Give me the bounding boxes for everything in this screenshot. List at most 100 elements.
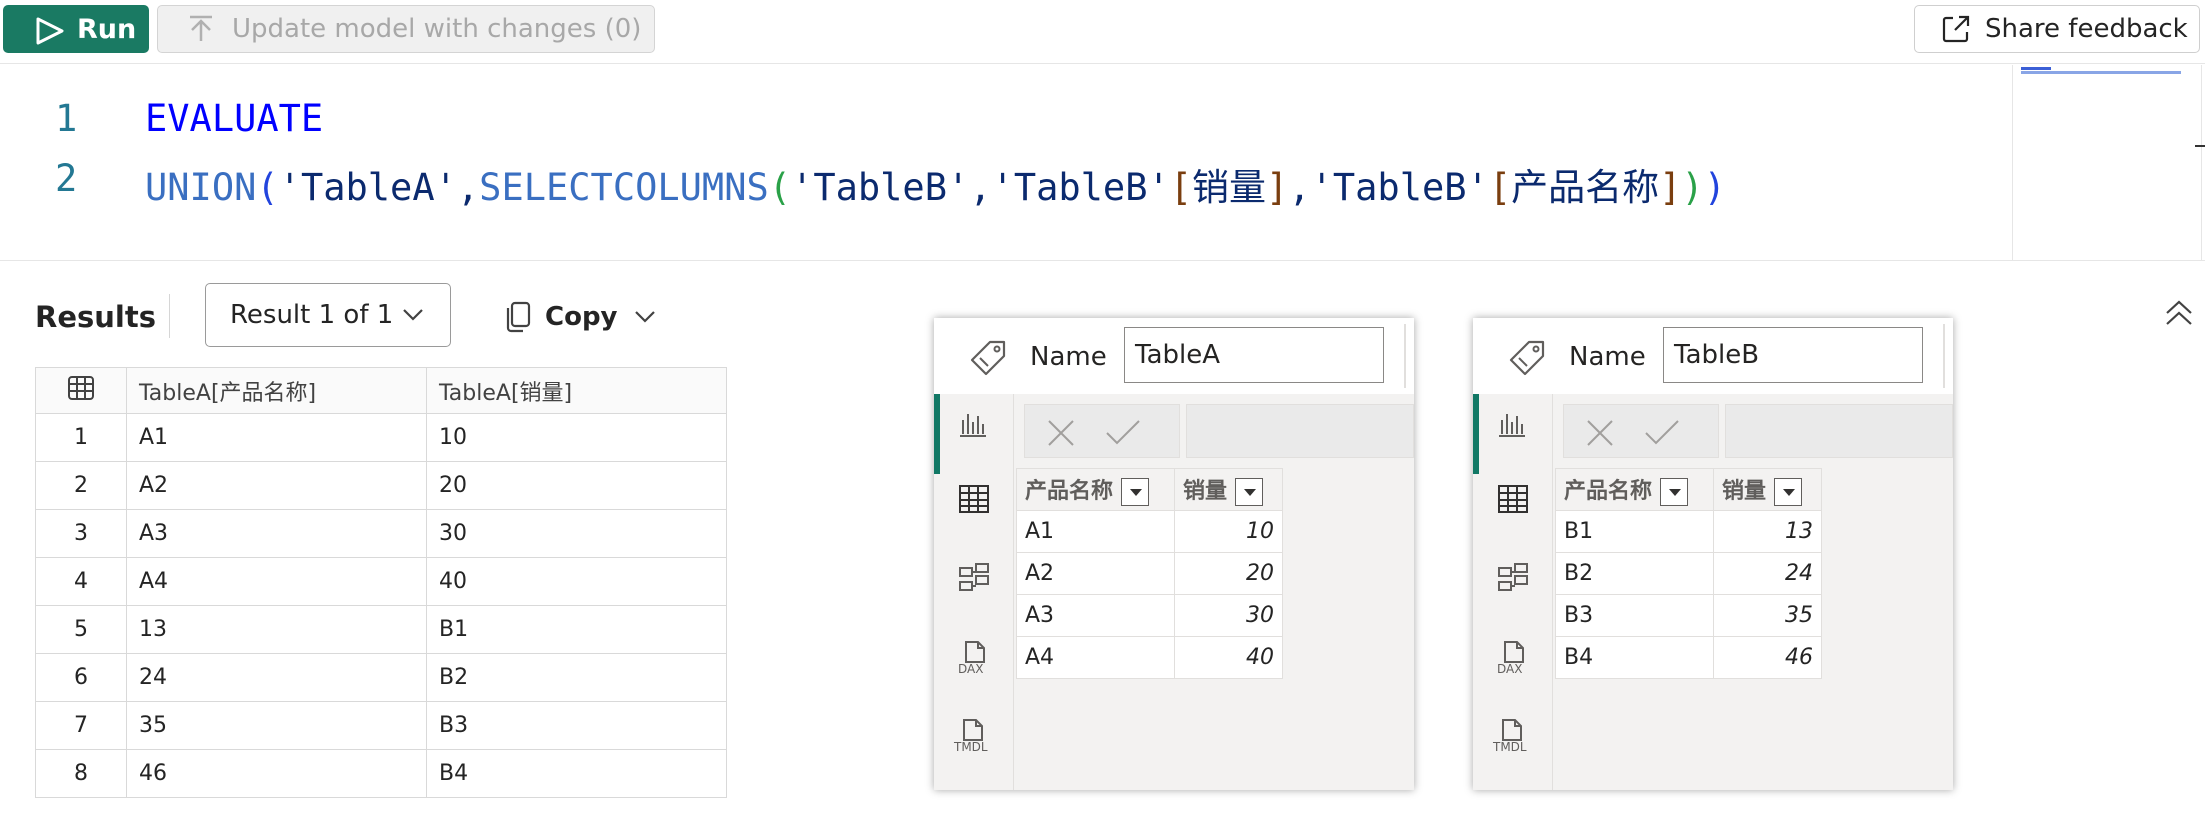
column-header[interactable]: TableA[销量] (426, 367, 727, 414)
cell[interactable]: 40 (1174, 636, 1283, 679)
table-row[interactable]: 6 24 B2 (35, 653, 727, 702)
cell[interactable]: B1 (426, 605, 727, 654)
share-feedback-button[interactable]: Share feedback (1914, 5, 2200, 53)
cell[interactable]: 10 (426, 413, 727, 462)
table-row[interactable]: 2 A2 20 (35, 461, 727, 510)
column-header[interactable]: 销量 (1174, 468, 1283, 511)
cell[interactable]: 24 (126, 653, 427, 702)
row-number-cell[interactable]: 8 (35, 749, 127, 798)
cell[interactable]: 46 (126, 749, 427, 798)
table-row[interactable]: B1 13 (1555, 510, 1822, 553)
row-number-cell[interactable]: 1 (35, 413, 127, 462)
data-table[interactable]: 产品名称 销量 B1 13 B2 24 B3 35 B4 46 (1555, 468, 1822, 679)
formula-bar[interactable] (1725, 404, 1953, 458)
table-row[interactable]: 8 46 B4 (35, 749, 727, 798)
close-icon[interactable] (1045, 417, 1077, 449)
cell[interactable]: 35 (126, 701, 427, 750)
table-row[interactable]: 7 35 B3 (35, 701, 727, 750)
update-model-button[interactable]: Update model with changes (0) (157, 5, 655, 53)
cell[interactable]: 20 (1174, 552, 1283, 595)
table-view-icon[interactable] (1497, 484, 1529, 514)
column-header[interactable]: 产品名称 (1016, 468, 1175, 511)
model-view-icon[interactable] (958, 562, 990, 594)
cell[interactable]: A3 (1016, 594, 1175, 637)
table-row[interactable]: A3 30 (1016, 594, 1283, 637)
tmdl-view-icon[interactable]: TMDL (1493, 718, 1533, 754)
row-number-cell[interactable]: 4 (35, 557, 127, 606)
table-row[interactable]: B3 35 (1555, 594, 1822, 637)
editor-minimap[interactable] (2012, 65, 2205, 260)
copy-button[interactable]: Copy (505, 295, 656, 339)
run-button[interactable]: Run (3, 5, 149, 53)
run-label: Run (77, 13, 137, 45)
close-icon[interactable] (1584, 417, 1616, 449)
cell[interactable]: 30 (426, 509, 727, 558)
cell[interactable]: B1 (1555, 510, 1714, 553)
cell[interactable]: 35 (1713, 594, 1822, 637)
dax-label: DAX (1497, 662, 1523, 676)
table-row[interactable]: A1 10 (1016, 510, 1283, 553)
chevron-double-up-icon[interactable] (2164, 300, 2194, 330)
cell[interactable]: 10 (1174, 510, 1283, 553)
table-view-icon[interactable] (958, 484, 990, 514)
select-all-cell[interactable] (35, 367, 127, 414)
cell[interactable]: A4 (1016, 636, 1175, 679)
filter-dropdown-icon[interactable] (1660, 478, 1689, 506)
cell[interactable]: B3 (1555, 594, 1714, 637)
table-row[interactable]: 5 13 B1 (35, 605, 727, 654)
cell[interactable]: B4 (426, 749, 727, 798)
cell[interactable]: 13 (1713, 510, 1822, 553)
table-row[interactable]: A2 20 (1016, 552, 1283, 595)
cell[interactable]: A4 (126, 557, 427, 606)
cell[interactable]: A3 (126, 509, 427, 558)
filter-dropdown-icon[interactable] (1774, 478, 1803, 506)
checkmark-icon[interactable] (1644, 417, 1680, 449)
column-header[interactable]: TableA[产品名称] (126, 367, 427, 414)
table-row[interactable]: B4 46 (1555, 636, 1822, 679)
cell[interactable]: B2 (1555, 552, 1714, 595)
name-label: Name (1030, 342, 1107, 372)
cell[interactable]: B4 (1555, 636, 1714, 679)
cell[interactable]: A1 (1016, 510, 1175, 553)
dax-query-icon[interactable]: DAX (1497, 640, 1531, 676)
table-row[interactable]: A4 40 (1016, 636, 1283, 679)
model-view-icon[interactable] (1497, 562, 1529, 594)
table-name-input[interactable]: TableA (1124, 327, 1384, 383)
row-number-cell[interactable]: 5 (35, 605, 127, 654)
table-row[interactable]: 3 A3 30 (35, 509, 727, 558)
report-view-icon[interactable] (1497, 408, 1527, 438)
cell[interactable]: B2 (426, 653, 727, 702)
report-view-icon[interactable] (958, 408, 988, 438)
table-name-input[interactable]: TableB (1663, 327, 1923, 383)
cell[interactable]: 13 (126, 605, 427, 654)
filter-dropdown-icon[interactable] (1121, 478, 1150, 506)
cell[interactable]: A1 (126, 413, 427, 462)
dax-query-icon[interactable]: DAX (958, 640, 992, 676)
formula-bar[interactable] (1186, 404, 1414, 458)
cell[interactable]: 46 (1713, 636, 1822, 679)
filter-dropdown-icon[interactable] (1235, 478, 1264, 506)
row-number-cell[interactable]: 7 (35, 701, 127, 750)
result-selector-dropdown[interactable]: Result 1 of 1 (205, 283, 451, 347)
column-header[interactable]: 产品名称 (1555, 468, 1714, 511)
cell[interactable]: A2 (126, 461, 427, 510)
dax-editor[interactable]: 1 EVALUATE 2 UNION('TableA',SELECTCOLUMN… (0, 65, 2205, 261)
row-number-cell[interactable]: 3 (35, 509, 127, 558)
cell[interactable]: A2 (1016, 552, 1175, 595)
cell[interactable]: B3 (426, 701, 727, 750)
checkmark-icon[interactable] (1105, 417, 1141, 449)
table-row[interactable]: B2 24 (1555, 552, 1822, 595)
cell[interactable]: 40 (426, 557, 727, 606)
data-table[interactable]: 产品名称 销量 A1 10 A2 20 A3 30 A4 40 (1016, 468, 1283, 679)
results-grid[interactable]: TableA[产品名称] TableA[销量] 1 A1 10 2 A2 20 3 A3 30 4… (35, 367, 727, 798)
cell[interactable]: 24 (1713, 552, 1822, 595)
column-header[interactable]: 销量 (1713, 468, 1822, 511)
chevron-down-icon (403, 309, 423, 321)
row-number-cell[interactable]: 6 (35, 653, 127, 702)
cell[interactable]: 30 (1174, 594, 1283, 637)
table-row[interactable]: 1 A1 10 (35, 413, 727, 462)
cell[interactable]: 20 (426, 461, 727, 510)
table-row[interactable]: 4 A4 40 (35, 557, 727, 606)
row-number-cell[interactable]: 2 (35, 461, 127, 510)
tmdl-view-icon[interactable]: TMDL (954, 718, 994, 754)
